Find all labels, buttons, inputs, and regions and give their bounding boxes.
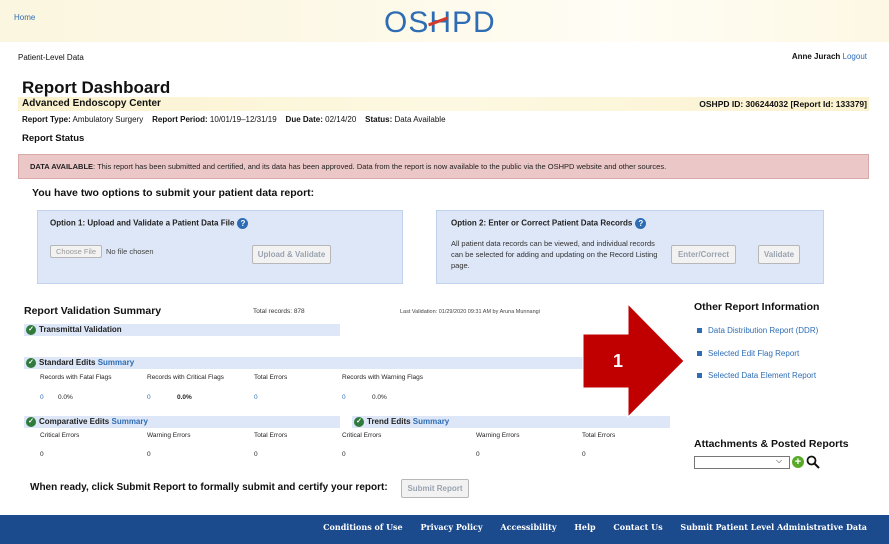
- column-header: Warning Errors: [147, 432, 191, 439]
- facility-name: Advanced Endoscopy Center: [22, 98, 161, 109]
- trend-edits: ✓ Trend Edits Summary: [354, 417, 449, 427]
- trend-critical: 0: [342, 451, 346, 458]
- column-header: Records with Critical Flags: [147, 374, 224, 381]
- trend-total: 0: [582, 451, 586, 458]
- user-area: Anne Jurach Logout: [792, 52, 867, 61]
- warning-count[interactable]: 0: [342, 394, 346, 401]
- footer-link-privacy[interactable]: Privacy Policy: [420, 522, 482, 532]
- report-status-heading: Report Status: [22, 133, 85, 144]
- add-icon[interactable]: +: [792, 456, 804, 468]
- comparative-warning: 0: [147, 451, 151, 458]
- upload-validate-button[interactable]: Upload & Validate: [252, 245, 331, 264]
- footer-links: Conditions of Use Privacy Policy Accessi…: [308, 522, 867, 532]
- section-label: Patient-Level Data: [18, 53, 84, 62]
- option2-description: All patient data records can be viewed, …: [451, 239, 658, 270]
- options-title: You have two options to submit your pati…: [32, 187, 315, 199]
- submit-prompt: When ready, click Submit Report to forma…: [30, 482, 388, 493]
- critical-count[interactable]: 0: [147, 394, 151, 401]
- check-icon: ✓: [26, 358, 36, 368]
- column-header: Critical Errors: [342, 432, 382, 439]
- data-element-report-link[interactable]: Selected Data Element Report: [697, 371, 816, 380]
- choose-file-button[interactable]: Choose File: [50, 245, 102, 258]
- footer-link-help[interactable]: Help: [574, 522, 595, 532]
- comparative-total: 0: [254, 451, 258, 458]
- search-icon[interactable]: [806, 455, 820, 469]
- file-status: No file chosen: [106, 247, 154, 256]
- column-header: Warning Errors: [476, 432, 520, 439]
- check-icon: ✓: [26, 325, 36, 335]
- annotation-number: 1: [613, 351, 624, 371]
- standard-edits: ✓ Standard Edits Summary: [26, 358, 134, 368]
- fatal-pct: 0.0%: [58, 394, 73, 401]
- help-icon[interactable]: ?: [237, 218, 249, 229]
- oshpd-logo[interactable]: OSH PD: [384, 6, 496, 40]
- footer-link-accessibility[interactable]: Accessibility: [500, 522, 556, 532]
- comparative-critical: 0: [40, 451, 44, 458]
- footer-link-conditions[interactable]: Conditions of Use: [323, 522, 402, 532]
- annotation-arrow: [582, 302, 685, 419]
- other-report-info-title: Other Report Information: [694, 301, 820, 313]
- column-header: Total Errors: [254, 374, 288, 381]
- critical-pct: 0.0%: [177, 394, 192, 401]
- footer-link-contact[interactable]: Contact Us: [613, 522, 662, 532]
- ddr-link[interactable]: Data Distribution Report (DDR): [697, 326, 818, 335]
- option2-title: Option 2: Enter or Correct Patient Data …: [451, 218, 647, 229]
- validation-summary-title: Report Validation Summary: [24, 305, 162, 317]
- bullet-icon: [697, 328, 702, 334]
- report-meta: Report Type: Ambulatory Surgery Report P…: [22, 115, 446, 124]
- last-validation: Last Validation: 01/29/2020 09:31 AM by …: [400, 309, 540, 315]
- comparative-edits: ✓ Comparative Edits Summary: [26, 417, 148, 427]
- column-header: Records with Fatal Flags: [40, 374, 112, 381]
- validate-button[interactable]: Validate: [758, 245, 800, 264]
- footer-link-submit-data[interactable]: Submit Patient Level Administrative Data: [680, 522, 867, 532]
- column-header: Total Errors: [254, 432, 288, 439]
- trend-summary-link[interactable]: Summary: [413, 417, 449, 426]
- trend-warning: 0: [476, 451, 480, 458]
- submit-report-button[interactable]: Submit Report: [401, 479, 469, 498]
- comparative-summary-link[interactable]: Summary: [111, 417, 147, 426]
- check-icon: ✓: [354, 417, 364, 427]
- option1-title: Option 1: Upload and Validate a Patient …: [50, 218, 249, 229]
- total-errors-count[interactable]: 0: [254, 394, 258, 401]
- total-records: Total records: 878: [253, 308, 305, 315]
- oshpd-id: OSHPD ID: 306244032 [Report Id: 133379]: [699, 99, 867, 109]
- logout-link[interactable]: Logout: [843, 52, 867, 61]
- standard-summary-link[interactable]: Summary: [98, 358, 134, 367]
- bullet-icon: [697, 351, 702, 357]
- column-header: Critical Errors: [40, 432, 80, 439]
- warning-pct: 0.0%: [372, 394, 387, 401]
- status-banner-text: DATA AVAILABLE: This report has been sub…: [30, 162, 667, 171]
- column-header: Total Errors: [582, 432, 616, 439]
- fatal-count[interactable]: 0: [40, 394, 44, 401]
- enter-correct-button[interactable]: Enter/Correct: [671, 245, 736, 264]
- page-title: Report Dashboard: [22, 78, 171, 97]
- check-icon: ✓: [26, 417, 36, 427]
- chevron-down-icon[interactable]: ⌵: [776, 456, 782, 466]
- transmittal-validation: ✓ Transmittal Validation: [26, 325, 122, 335]
- bullet-icon: [697, 373, 702, 379]
- column-header: Records with Warning Flags: [342, 374, 424, 381]
- help-icon[interactable]: ?: [635, 218, 647, 229]
- home-link[interactable]: Home: [14, 13, 35, 22]
- edit-flag-report-link[interactable]: Selected Edit Flag Report: [697, 349, 799, 358]
- user-name: Anne Jurach: [791, 52, 841, 61]
- attachments-title: Attachments & Posted Reports: [694, 438, 849, 450]
